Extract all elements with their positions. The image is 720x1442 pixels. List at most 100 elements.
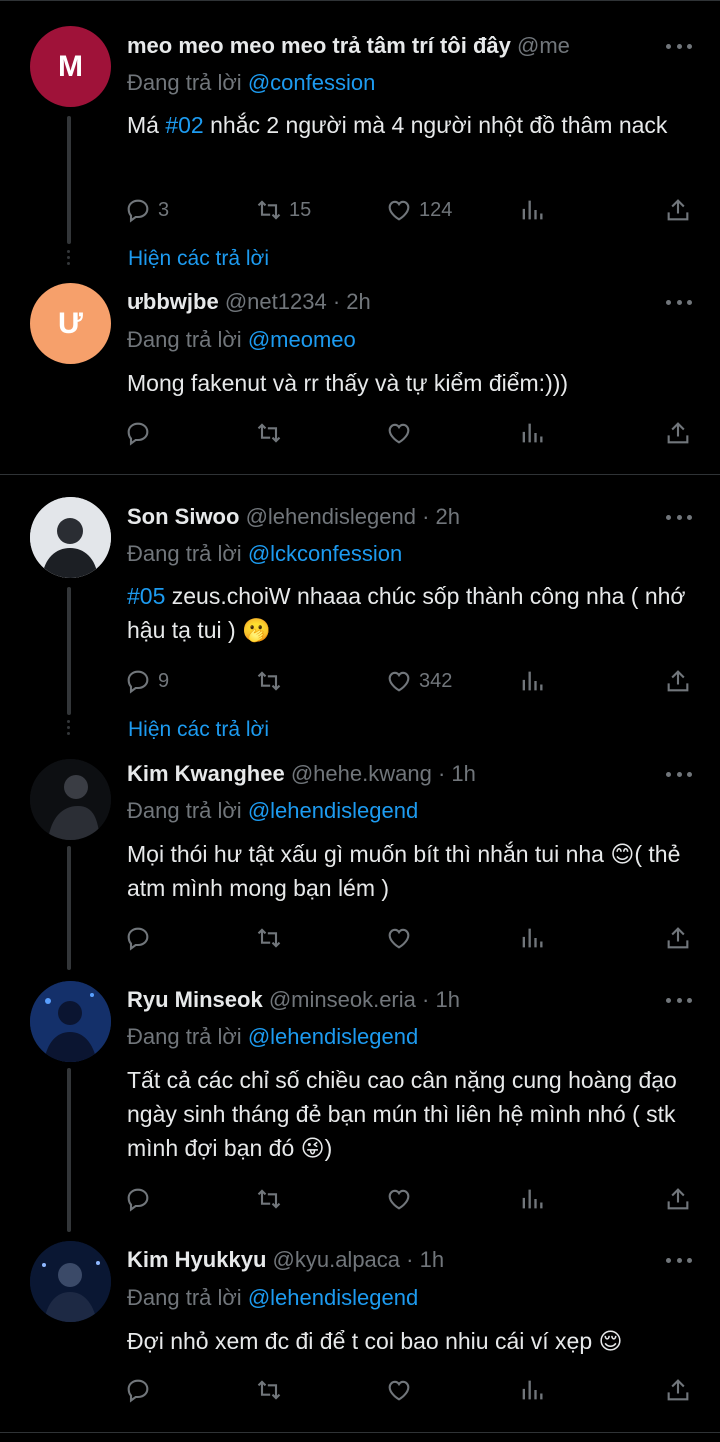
reply-icon [127, 1379, 149, 1403]
reply-label: Đang trả lời [127, 798, 242, 823]
display-name[interactable]: ưbbwjbe [127, 289, 219, 314]
thread-dots [67, 250, 71, 268]
reply-to-link[interactable]: @lckconfession [248, 541, 402, 566]
display-name[interactable]: Ryu Minseok [127, 987, 263, 1012]
reply-icon [127, 199, 149, 223]
reply-to-link[interactable]: @lehendislegend [248, 1285, 418, 1310]
tweet-text: Má #02 nhắc 2 người mà 4 người nhột đồ t… [127, 108, 690, 142]
profile-photo [30, 759, 111, 840]
views-button[interactable] [518, 195, 546, 225]
share-icon [667, 1379, 689, 1401]
like-icon [388, 928, 410, 949]
reply-button[interactable] [124, 923, 152, 953]
retweet-button[interactable] [255, 666, 283, 696]
retweet-button[interactable] [255, 923, 283, 953]
bottom-divider [0, 1432, 720, 1433]
display-name[interactable]: Son Siwoo [127, 504, 239, 529]
reply-to-link[interactable]: @confession [248, 70, 376, 95]
like-button[interactable]: 124 [385, 195, 452, 225]
profile-photo [30, 1241, 111, 1322]
like-icon [388, 671, 410, 692]
more-icon[interactable] [666, 996, 692, 1004]
show-replies-link[interactable]: Hiện các trả lời [128, 718, 269, 742]
share-icon [667, 422, 689, 444]
share-button[interactable] [664, 666, 692, 696]
reply-icon [127, 422, 149, 446]
more-icon[interactable] [666, 513, 692, 521]
share-button[interactable] [664, 1184, 692, 1214]
like-button[interactable] [385, 1184, 413, 1214]
retweet-icon [257, 200, 281, 220]
more-icon[interactable] [666, 298, 692, 306]
top-divider [0, 0, 720, 1]
views-icon [522, 200, 543, 220]
reply-label: Đang trả lời [127, 1285, 242, 1310]
handle[interactable]: @minseok.eria [269, 987, 416, 1012]
avatar[interactable]: M [30, 26, 111, 107]
avatar[interactable] [30, 759, 111, 840]
reply-to-link[interactable]: @lehendislegend [248, 798, 418, 823]
avatar[interactable] [30, 497, 111, 578]
avatar[interactable]: Ư [30, 283, 111, 364]
views-button[interactable] [518, 666, 546, 696]
profile-photo [30, 981, 111, 1062]
more-icon[interactable] [666, 770, 692, 778]
more-icon[interactable] [666, 42, 692, 50]
share-button[interactable] [664, 1375, 692, 1405]
tweet-text: Tất cả các chỉ số chiều cao cân nặng cun… [127, 1067, 677, 1161]
avatar-letter: M [58, 49, 83, 83]
display-name[interactable]: Kim Kwanghee [127, 761, 285, 786]
timestamp: · 2h [422, 504, 460, 529]
views-button[interactable] [518, 418, 546, 448]
share-icon [667, 927, 689, 949]
avatar[interactable] [30, 1241, 111, 1322]
like-count: 124 [419, 198, 453, 221]
reply-button[interactable] [124, 1184, 152, 1214]
reply-icon [127, 927, 149, 951]
share-button[interactable] [664, 923, 692, 953]
thread-dots [67, 720, 71, 738]
like-button[interactable] [385, 1375, 413, 1405]
avatar-letter: Ư [58, 306, 83, 340]
more-icon[interactable] [666, 1256, 692, 1264]
tweet-text: #05 zeus.choiW nhaaa chúc sốp thành công… [127, 583, 686, 643]
retweet-button[interactable] [255, 1375, 283, 1405]
show-replies-link[interactable]: Hiện các trả lời [128, 247, 269, 271]
share-button[interactable] [664, 195, 692, 225]
like-button[interactable] [385, 923, 413, 953]
reply-to-link[interactable]: @lehendislegend [248, 1024, 418, 1049]
handle[interactable]: @net1234 [225, 289, 327, 314]
share-button[interactable] [664, 418, 692, 448]
handle[interactable]: @hehe.kwang [291, 761, 432, 786]
views-button[interactable] [518, 1184, 546, 1214]
reply-label: Đang trả lời [127, 541, 242, 566]
display-name[interactable]: Kim Hyukkyu [127, 1247, 266, 1272]
avatar[interactable] [30, 981, 111, 1062]
action-bar [0, 418, 720, 448]
views-button[interactable] [518, 923, 546, 953]
reply-button[interactable] [124, 1375, 152, 1405]
retweet-button[interactable] [255, 418, 283, 448]
tweet-text: Mọi thói hư tật xấu gì muốn bít thì nhắn… [127, 841, 681, 901]
views-icon [522, 1380, 543, 1400]
display-name[interactable]: meo meo meo meo trả tâm trí tôi đây [127, 33, 511, 58]
reply-button[interactable] [124, 418, 152, 448]
share-icon [667, 1188, 689, 1210]
handle[interactable]: @me [517, 33, 570, 58]
handle[interactable]: @kyu.alpaca [273, 1247, 401, 1272]
tweet-text: Đợi nhỏ xem đc đi để t coi bao nhiu cái … [127, 1328, 623, 1354]
reply-to-link[interactable]: @meomeo [248, 327, 356, 352]
like-button[interactable]: 342 [385, 666, 452, 696]
hashtag-link[interactable]: #05 [127, 583, 165, 609]
retweet-button[interactable] [255, 1184, 283, 1214]
retweet-button[interactable]: 15 [255, 195, 311, 225]
views-button[interactable] [518, 1375, 546, 1405]
handle[interactable]: @lehendislegend [246, 504, 416, 529]
reply-button[interactable]: 9 [124, 666, 169, 696]
retweet-icon [257, 1189, 281, 1209]
reply-button[interactable]: 3 [124, 195, 169, 225]
action-bar: 3 15 124 [0, 195, 720, 225]
tweet-text: Mong fakenut và rr thấy và tự kiểm điểm:… [127, 370, 569, 396]
hashtag-link[interactable]: #02 [165, 112, 203, 138]
like-button[interactable] [385, 418, 413, 448]
